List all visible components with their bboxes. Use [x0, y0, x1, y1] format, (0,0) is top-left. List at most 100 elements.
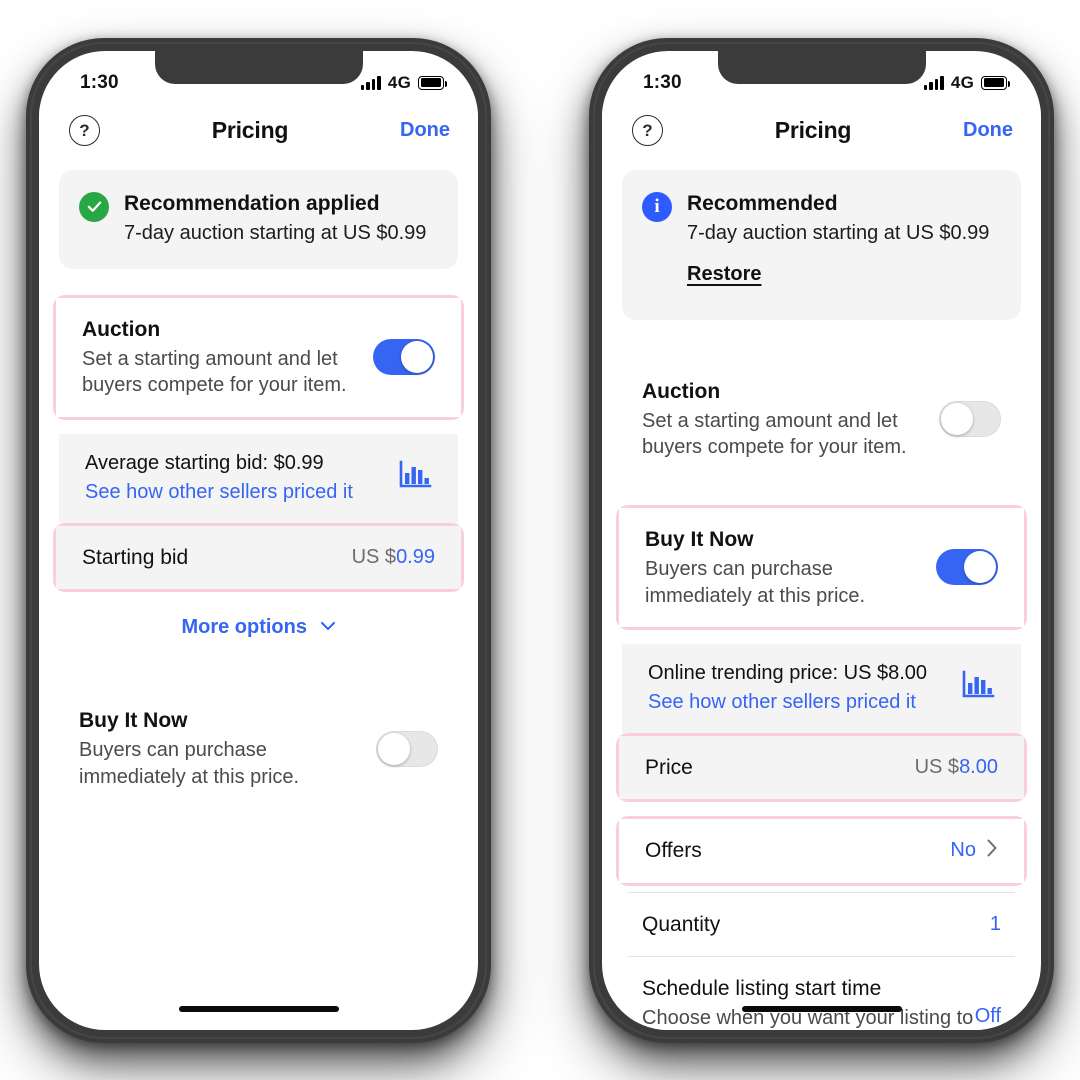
price-row-highlight: Price US $8.00	[616, 732, 1027, 803]
done-button[interactable]: Done	[963, 119, 1013, 142]
phone-notch	[154, 50, 363, 84]
banner-title: Recommended	[687, 191, 838, 215]
home-indicator	[741, 1005, 902, 1012]
see-how-sellers-priced-link[interactable]: See how other sellers priced it	[648, 689, 927, 716]
screenshot-stage: 1:30 4G ? Pricing Done Recommendation ap…	[0, 0, 1080, 1080]
auction-text: Auction Set a starting amount and let bu…	[82, 316, 373, 399]
starting-bid-row[interactable]: Starting bid US $0.99	[56, 525, 461, 590]
price-currency: US $	[914, 756, 960, 779]
buy-it-now-row[interactable]: Buy It Now Buyers can purchase immediate…	[619, 507, 1024, 627]
average-bid-info-row: Average starting bid: $0.99 See how othe…	[59, 433, 458, 523]
starting-bid-value[interactable]: US $0.99	[352, 546, 435, 569]
banner-title: Recommendation applied	[124, 191, 380, 215]
quantity-row[interactable]: Quantity 1	[616, 892, 1027, 956]
done-button[interactable]: Done	[400, 119, 450, 142]
buy-it-now-toggle[interactable]	[936, 549, 998, 586]
buy-it-now-title: Buy It Now	[79, 709, 188, 733]
quantity-label: Quantity	[642, 912, 721, 936]
schedule-title: Schedule listing start time	[642, 976, 882, 1000]
status-time: 1:30	[643, 71, 682, 93]
see-how-sellers-priced-link[interactable]: See how other sellers priced it	[85, 479, 353, 506]
starting-bid-label: Starting bid	[82, 545, 189, 569]
average-bid-text: Average starting bid: $0.99 See how othe…	[85, 450, 353, 506]
offers-row[interactable]: Offers No	[619, 819, 1024, 883]
page-title: Pricing	[211, 116, 289, 143]
offers-value-group: No	[950, 838, 998, 863]
buy-it-now-toggle[interactable]	[376, 730, 438, 767]
price-value[interactable]: US $8.00	[915, 756, 998, 779]
offers-row-highlight: Offers No	[616, 816, 1027, 886]
schedule-text: Schedule listing start time Choose when …	[642, 975, 975, 1030]
auction-subtitle: Set a starting amount and let buyers com…	[82, 348, 347, 397]
buy-it-now-text: Buy It Now Buyers can purchase immediate…	[79, 707, 376, 790]
nav-bar: ? Pricing Done	[39, 104, 478, 162]
buy-it-now-text: Buy It Now Buyers can purchase immediate…	[645, 526, 936, 609]
recommended-banner: i Recommended 7-day auction starting at …	[622, 169, 1021, 320]
banner-subtitle: 7-day auction starting at US $0.99	[124, 221, 427, 244]
buy-it-now-row[interactable]: Buy It Now Buyers can purchase immediate…	[53, 689, 464, 809]
price-row[interactable]: Price US $8.00	[619, 735, 1024, 800]
chevron-right-icon	[986, 838, 998, 863]
offers-label: Offers	[645, 839, 702, 863]
more-options-label: More options	[181, 616, 307, 639]
starting-bid-currency: US $	[351, 545, 397, 568]
status-right-cluster: 4G	[360, 72, 448, 93]
restore-link[interactable]: Restore	[687, 263, 761, 286]
price-label: Price	[645, 755, 693, 779]
buy-it-now-subtitle: Buyers can purchase immediately at this …	[645, 558, 866, 607]
status-time: 1:30	[80, 71, 119, 93]
starting-bid-row-highlight: Starting bid US $0.99	[53, 522, 464, 593]
auction-row-highlight: Auction Set a starting amount and let bu…	[53, 294, 464, 420]
content-right: i Recommended 7-day auction starting at …	[602, 169, 1041, 1030]
buy-it-now-subtitle: Buyers can purchase immediately at this …	[79, 739, 300, 788]
phone-left: 1:30 4G ? Pricing Done Recommendation ap…	[26, 37, 491, 1043]
trending-price-text: Online trending price: US $8.00 See how …	[648, 660, 927, 716]
auction-subtitle: Set a starting amount and let buyers com…	[642, 410, 907, 459]
phone-right: 1:30 4G ? Pricing Done i Recommended 7-d…	[589, 37, 1054, 1043]
help-icon[interactable]: ?	[69, 114, 100, 146]
trending-price-label: Online trending price: US $8.00	[648, 661, 928, 684]
schedule-value: Off	[974, 1004, 1001, 1027]
buy-it-now-title: Buy It Now	[645, 527, 754, 551]
schedule-listing-row[interactable]: Schedule listing start time Choose when …	[616, 956, 1027, 1030]
trending-price-info-row: Online trending price: US $8.00 See how …	[622, 643, 1021, 733]
bar-chart-icon[interactable]	[398, 460, 432, 495]
auction-row[interactable]: Auction Set a starting amount and let bu…	[616, 359, 1027, 479]
info-circle-icon: i	[642, 191, 672, 222]
offers-value: No	[950, 839, 976, 862]
signal-bars-icon	[360, 75, 381, 90]
help-icon[interactable]: ?	[632, 114, 663, 146]
status-right-cluster: 4G	[923, 72, 1011, 93]
page-title: Pricing	[774, 116, 852, 143]
banner-text: Recommended 7-day auction starting at US…	[687, 190, 989, 286]
auction-title: Auction	[642, 379, 721, 403]
auction-toggle[interactable]	[373, 339, 435, 376]
network-label: 4G	[950, 72, 974, 92]
more-options-button[interactable]: More options	[39, 592, 478, 649]
phone-left-screen: 1:30 4G ? Pricing Done Recommendation ap…	[39, 50, 478, 1030]
quantity-value: 1	[989, 912, 1001, 935]
signal-bars-icon	[923, 75, 944, 90]
starting-bid-amount: 0.99	[396, 545, 435, 568]
battery-full-icon	[981, 75, 1011, 90]
auction-details-group: Average starting bid: $0.99 See how othe…	[59, 433, 458, 523]
phone-notch	[717, 50, 926, 84]
phone-right-screen: 1:30 4G ? Pricing Done i Recommended 7-d…	[602, 50, 1041, 1030]
battery-full-icon	[418, 75, 448, 90]
auction-toggle[interactable]	[939, 401, 1001, 438]
buy-it-now-row-highlight: Buy It Now Buyers can purchase immediate…	[616, 504, 1027, 630]
bar-chart-icon[interactable]	[961, 670, 995, 705]
auction-text: Auction Set a starting amount and let bu…	[642, 378, 939, 461]
price-details-group: Online trending price: US $8.00 See how …	[622, 643, 1021, 733]
network-label: 4G	[387, 72, 411, 92]
banner-subtitle: 7-day auction starting at US $0.99	[687, 221, 990, 244]
auction-row[interactable]: Auction Set a starting amount and let bu…	[56, 297, 461, 417]
chevron-down-icon	[320, 614, 336, 637]
auction-title: Auction	[82, 317, 161, 341]
banner-text: Recommendation applied 7-day auction sta…	[124, 190, 426, 247]
check-circle-icon	[79, 191, 109, 222]
